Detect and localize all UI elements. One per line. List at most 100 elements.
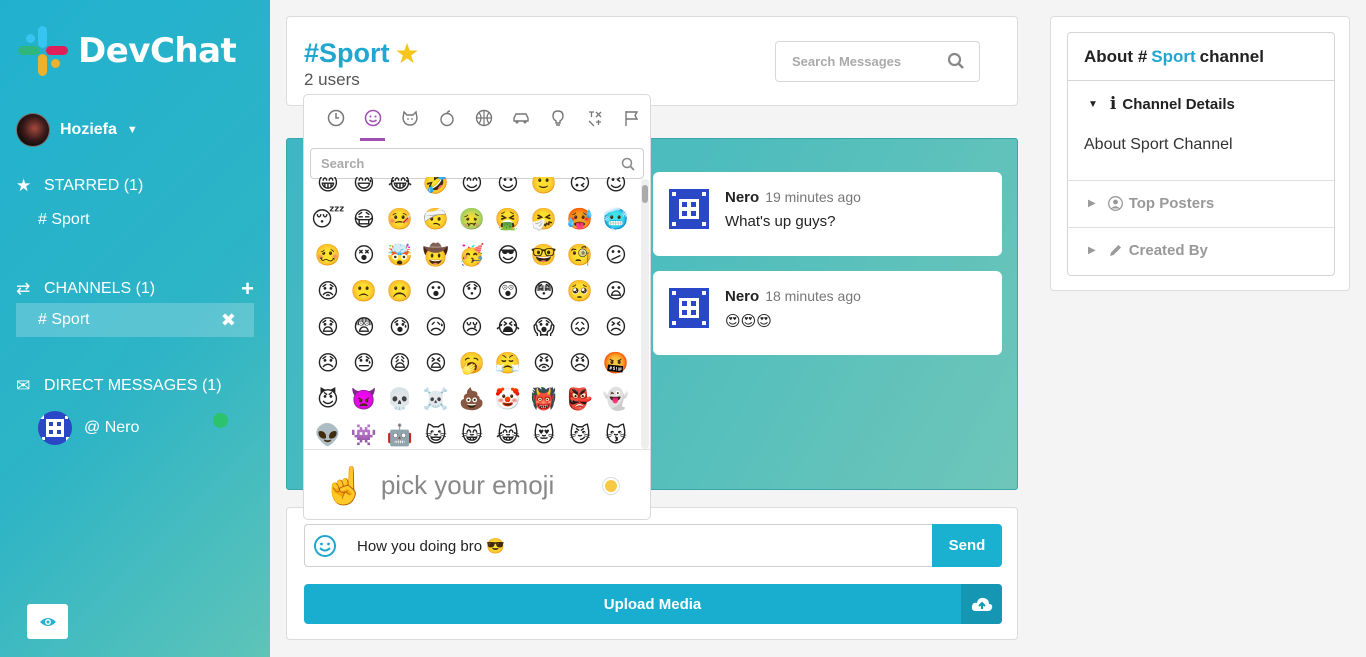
emoji-item[interactable]: 🤢	[454, 201, 490, 237]
emoji-item[interactable]: 🤓	[526, 237, 562, 273]
emoji-item[interactable]: 🤕	[418, 201, 454, 237]
emoji-item[interactable]: 😯	[454, 273, 490, 309]
send-button[interactable]: Send	[932, 524, 1002, 567]
emoji-item[interactable]: 🥴	[310, 237, 346, 273]
emoji-item[interactable]: 🙃	[562, 177, 598, 201]
emoji-item[interactable]: 😈	[310, 381, 346, 417]
upload-media-button[interactable]: Upload Media	[304, 584, 1002, 624]
emoji-item[interactable]: 😻	[526, 417, 562, 447]
emoji-item[interactable]: 🤡	[490, 381, 526, 417]
emoji-item[interactable]: 😉	[598, 177, 634, 201]
emoji-scrollbar[interactable]	[641, 179, 649, 449]
emoji-toggle-icon[interactable]	[305, 534, 345, 558]
emoji-item[interactable]: 😇	[490, 177, 526, 201]
emoji-item[interactable]: 😷	[346, 201, 382, 237]
emoji-item[interactable]: 😺	[418, 417, 454, 447]
emoji-item[interactable]: 😂	[382, 177, 418, 201]
emoji-item[interactable]: 👽	[310, 417, 346, 447]
emoji-item[interactable]: 🙂	[526, 177, 562, 201]
eye-button[interactable]	[27, 604, 68, 639]
emoji-item[interactable]: 😱	[526, 309, 562, 345]
car-icon[interactable]	[502, 95, 539, 141]
search-input[interactable]: Search Messages	[775, 41, 980, 82]
emoji-item[interactable]: 😩	[382, 345, 418, 381]
emoji-item[interactable]: 😞	[310, 345, 346, 381]
emoji-item[interactable]: 🥶	[598, 201, 634, 237]
emoji-item[interactable]: 😴	[310, 201, 346, 237]
emoji-item[interactable]: 👺	[562, 381, 598, 417]
user-menu[interactable]: Hoziefa ▼	[16, 113, 138, 147]
emoji-item[interactable]: 🤧	[526, 201, 562, 237]
emoji-item[interactable]: 😁	[310, 177, 346, 201]
message-input[interactable]	[345, 525, 932, 566]
emoji-item[interactable]: 🤖	[382, 417, 418, 447]
emoji-item[interactable]: 👿	[346, 381, 382, 417]
emoji-item[interactable]: 😥	[418, 309, 454, 345]
emoji-item[interactable]: 😳	[526, 273, 562, 309]
emoji-item[interactable]: ☠️	[418, 381, 454, 417]
smiley-icon[interactable]	[354, 95, 391, 141]
emoji-item[interactable]: 🤣	[418, 177, 454, 201]
emoji-item[interactable]: 👾	[346, 417, 382, 447]
flag-icon[interactable]	[613, 95, 650, 141]
skin-tone-selector[interactable]	[603, 478, 619, 494]
emoji-item[interactable]: 😢	[454, 309, 490, 345]
emoji-item[interactable]: 🧐	[562, 237, 598, 273]
emoji-item[interactable]: 🤒	[382, 201, 418, 237]
dm-item-nero[interactable]: @ Nero	[38, 411, 238, 445]
top-posters-toggle[interactable]: ▶ Top Posters	[1068, 195, 1334, 212]
emoji-item[interactable]: 🤠	[418, 237, 454, 273]
emoji-item[interactable]: 😨	[346, 309, 382, 345]
emoji-item[interactable]: 😅	[346, 177, 382, 201]
emoji-item[interactable]: 😖	[562, 309, 598, 345]
emoji-item[interactable]: 👹	[526, 381, 562, 417]
emoji-item[interactable]: 🥵	[562, 201, 598, 237]
emoji-item[interactable]: 😽	[598, 417, 634, 447]
emoji-item[interactable]: 😼	[562, 417, 598, 447]
emoji-item[interactable]: 💀	[382, 381, 418, 417]
symbols-icon[interactable]	[576, 95, 613, 141]
emoji-search-input[interactable]: Search	[310, 148, 644, 179]
food-icon[interactable]	[428, 95, 465, 141]
emoji-item[interactable]: 😧	[310, 309, 346, 345]
channel-item-sport[interactable]: # Sport ✖	[16, 303, 254, 337]
bulb-icon[interactable]	[539, 95, 576, 141]
emoji-item[interactable]: 🥳	[454, 237, 490, 273]
ball-icon[interactable]	[465, 95, 502, 141]
star-icon[interactable]: ★	[395, 37, 420, 70]
animal-icon[interactable]	[391, 95, 428, 141]
emoji-item[interactable]: 😰	[382, 309, 418, 345]
clock-icon[interactable]	[317, 95, 354, 141]
emoji-item[interactable]: 😮	[418, 273, 454, 309]
emoji-item[interactable]: 😓	[346, 345, 382, 381]
emoji-item[interactable]: 😲	[490, 273, 526, 309]
emoji-item[interactable]: 👻	[598, 381, 634, 417]
emoji-item[interactable]: 😹	[490, 417, 526, 447]
emoji-item[interactable]: 🤬	[598, 345, 634, 381]
emoji-item[interactable]: 😎	[490, 237, 526, 273]
emoji-item[interactable]: 🙁	[346, 273, 382, 309]
emoji-item[interactable]: 😠	[562, 345, 598, 381]
emoji-item[interactable]: 🤯	[382, 237, 418, 273]
emoji-item[interactable]: 😭	[490, 309, 526, 345]
emoji-item[interactable]: 😣	[598, 309, 634, 345]
emoji-item[interactable]: 😤	[490, 345, 526, 381]
close-icon[interactable]: ✖	[221, 310, 236, 331]
emoji-item[interactable]: 😕	[598, 237, 634, 273]
emoji-item[interactable]: 😟	[310, 273, 346, 309]
emoji-item[interactable]: 🤮	[490, 201, 526, 237]
add-channel-icon[interactable]: +	[241, 276, 254, 302]
emoji-item[interactable]: 😫	[418, 345, 454, 381]
emoji-item[interactable]: 💩	[454, 381, 490, 417]
emoji-item[interactable]: 🥺	[562, 273, 598, 309]
emoji-item[interactable]: 🥱	[454, 345, 490, 381]
emoji-item[interactable]: 😦	[598, 273, 634, 309]
emoji-item[interactable]: 😵	[346, 237, 382, 273]
emoji-item[interactable]: ☹️	[382, 273, 418, 309]
channel-details-toggle[interactable]: ▼ i Channel Details	[1068, 94, 1334, 114]
emoji-item[interactable]: 😸	[454, 417, 490, 447]
emoji-item[interactable]: 😊	[454, 177, 490, 201]
emoji-item[interactable]: 😡	[526, 345, 562, 381]
starred-item-sport[interactable]: # Sport	[16, 203, 254, 237]
created-by-toggle[interactable]: ▶ Created By	[1068, 242, 1334, 259]
